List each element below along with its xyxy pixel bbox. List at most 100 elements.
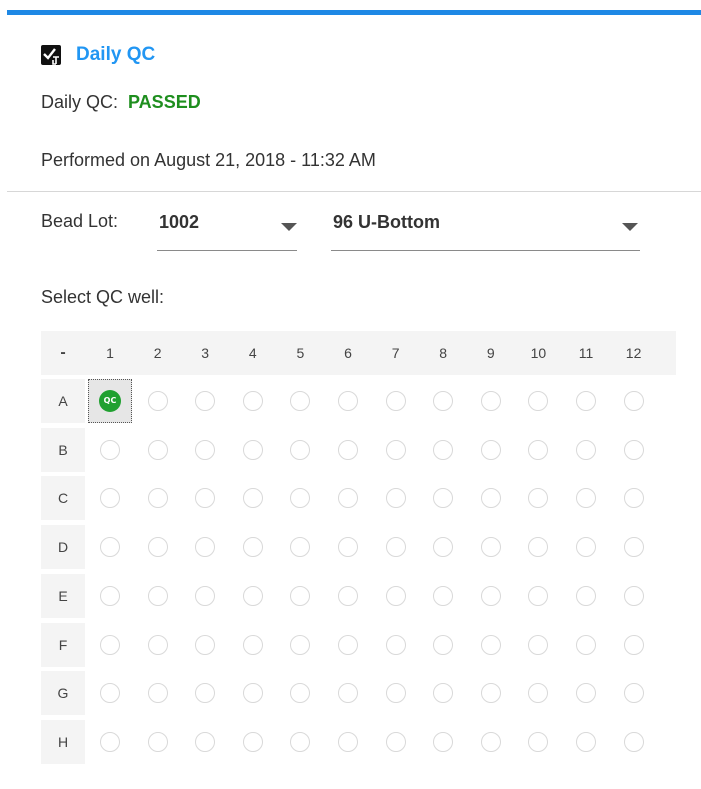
well-C4[interactable] [242,488,263,509]
column-header-7: 7 [391,345,400,361]
well-H6[interactable] [338,731,358,752]
well-A2[interactable] [147,391,168,411]
well-F1[interactable] [100,634,120,655]
well-D10[interactable] [528,537,549,558]
well-F8[interactable] [433,634,454,655]
well-E2[interactable] [147,585,168,606]
well-G4[interactable] [242,683,263,704]
well-E8[interactable] [433,585,454,606]
well-G1[interactable] [100,683,120,704]
well-F11[interactable] [576,634,596,655]
well-E12[interactable] [623,585,644,606]
well-B8[interactable] [433,439,454,460]
well-C8[interactable] [433,488,454,509]
well-E11[interactable] [576,585,596,606]
well-H12[interactable] [623,731,644,752]
well-F7[interactable] [385,634,406,655]
well-H9[interactable] [480,731,501,752]
column-header-10: 10 [530,345,547,361]
well-G2[interactable] [147,683,168,704]
well-G3[interactable] [195,683,216,704]
well-C12[interactable] [623,488,644,509]
well-D11[interactable] [576,537,596,558]
well-D12[interactable] [623,537,644,558]
well-F12[interactable] [623,634,644,655]
well-E10[interactable] [528,585,549,606]
well-E1[interactable] [100,585,120,606]
well-C2[interactable] [147,488,168,509]
well-A10[interactable] [528,391,549,411]
well-B9[interactable] [480,439,501,460]
well-G5[interactable] [290,683,311,704]
well-G9[interactable] [480,683,501,704]
well-H5[interactable] [290,731,311,752]
well-H1[interactable] [100,731,120,752]
well-A5[interactable] [290,391,311,411]
well-G10[interactable] [528,683,549,704]
well-A6[interactable] [338,391,358,411]
well-B3[interactable] [195,439,216,460]
bead-lot-select[interactable]: 1002 [157,204,297,251]
well-E6[interactable] [338,585,358,606]
plate-type-select[interactable]: 96 U-Bottom [331,204,640,251]
well-H8[interactable] [433,731,454,752]
well-F9[interactable] [480,634,501,655]
well-G12[interactable] [623,683,644,704]
well-B5[interactable] [290,439,311,460]
well-E5[interactable] [290,585,311,606]
well-C6[interactable] [338,488,358,509]
well-C1[interactable] [100,488,120,509]
well-B12[interactable] [623,439,644,460]
well-H2[interactable] [147,731,168,752]
well-D4[interactable] [242,537,263,558]
well-B7[interactable] [385,439,406,460]
well-F2[interactable] [147,634,168,655]
well-F3[interactable] [195,634,216,655]
well-B6[interactable] [338,439,358,460]
well-A12[interactable] [623,391,644,411]
well-B1[interactable] [100,439,120,460]
well-H7[interactable] [385,731,406,752]
well-A9[interactable] [480,391,501,411]
well-F5[interactable] [290,634,311,655]
well-D6[interactable] [338,537,358,558]
well-D5[interactable] [290,537,311,558]
well-B4[interactable] [242,439,263,460]
well-A7[interactable] [385,391,406,411]
well-E4[interactable] [242,585,263,606]
well-D1[interactable] [100,537,120,558]
well-A3[interactable] [195,391,216,411]
well-D9[interactable] [480,537,501,558]
well-F10[interactable] [528,634,549,655]
well-C10[interactable] [528,488,549,509]
well-E3[interactable] [195,585,216,606]
well-D2[interactable] [147,537,168,558]
well-G7[interactable] [385,683,406,704]
well-D8[interactable] [433,537,454,558]
qc-well-A1[interactable]: QC [88,379,132,423]
well-A11[interactable] [576,391,596,411]
well-B11[interactable] [576,439,596,460]
well-G11[interactable] [576,683,596,704]
well-C3[interactable] [195,488,216,509]
well-C9[interactable] [480,488,501,509]
well-C7[interactable] [385,488,406,509]
well-A8[interactable] [433,391,454,411]
well-C11[interactable] [576,488,596,509]
well-F6[interactable] [338,634,358,655]
well-H4[interactable] [242,731,263,752]
well-D7[interactable] [385,537,406,558]
well-D3[interactable] [195,537,216,558]
well-E9[interactable] [480,585,501,606]
well-B10[interactable] [528,439,549,460]
well-C5[interactable] [290,488,311,509]
well-E7[interactable] [385,585,406,606]
well-G8[interactable] [433,683,454,704]
well-F4[interactable] [242,634,263,655]
well-A4[interactable] [242,391,263,411]
well-B2[interactable] [147,439,168,460]
well-G6[interactable] [338,683,358,704]
well-H11[interactable] [576,731,596,752]
well-H3[interactable] [195,731,216,752]
well-H10[interactable] [528,731,549,752]
